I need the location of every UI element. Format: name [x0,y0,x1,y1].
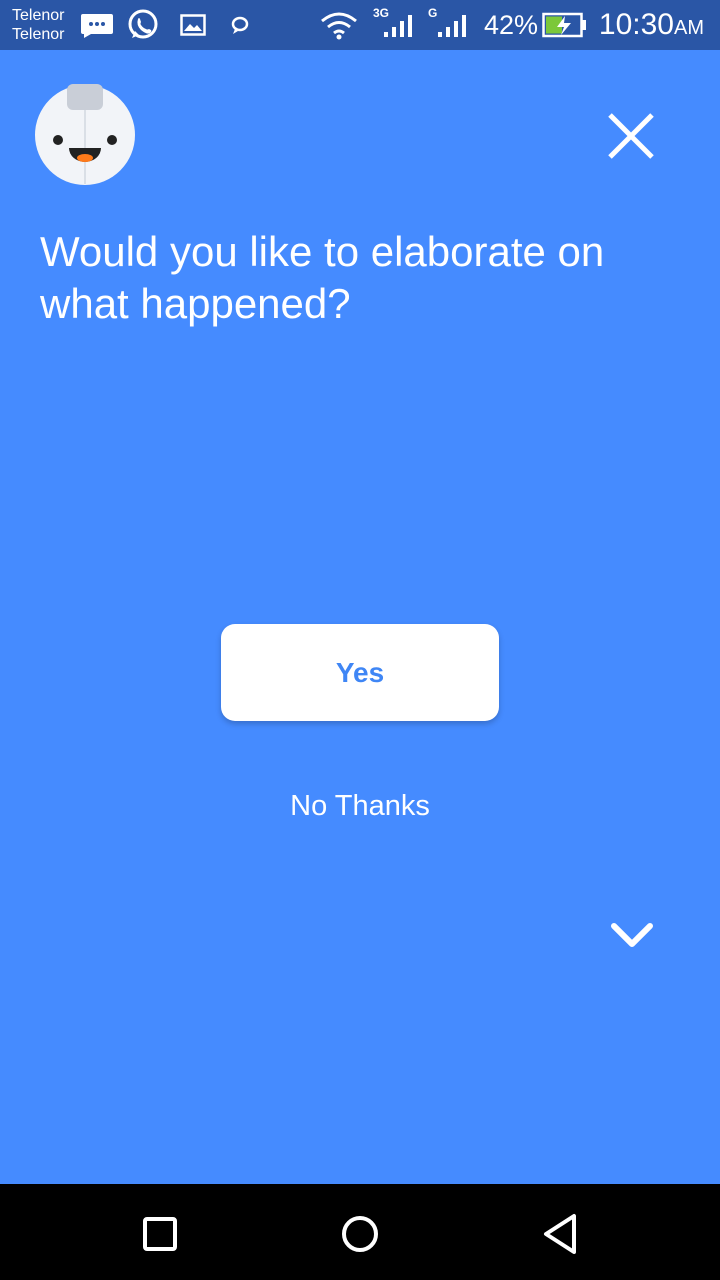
clock-time: 10:30 [598,8,674,41]
wifi-icon [321,12,357,40]
gallery-icon [180,14,206,36]
battery-percentage: 42% [483,10,538,40]
clock: 10:30AM [599,8,704,42]
home-circle-icon[interactable] [338,1212,382,1256]
navigation-bar [0,1184,720,1280]
yes-button[interactable]: Yes [221,624,499,721]
robot-avatar-icon [35,84,135,185]
carrier-1: Telenor [12,7,65,24]
back-triangle-icon[interactable] [538,1212,582,1256]
carrier-names: Telenor Telenor [12,6,64,44]
no-thanks-button[interactable]: No Thanks [0,790,720,823]
chevron-down-icon[interactable] [608,918,656,954]
recents-square-icon[interactable] [138,1212,182,1256]
messages-icon [81,14,113,38]
signal-bars-1-icon [384,15,412,37]
status-bar: Telenor Telenor 3G G 42% 10:30AM [0,0,720,50]
whatsapp-icon [128,9,158,39]
carrier-2: Telenor [12,26,65,43]
close-icon [608,113,654,159]
chat-bubble-icon [231,16,249,34]
question-text: Would you like to elaborate on what happ… [40,228,605,327]
close-button[interactable] [596,104,666,168]
signal-bars-2-icon [438,15,466,37]
clock-suffix: AM [674,17,704,39]
battery-charging-icon [542,12,586,38]
